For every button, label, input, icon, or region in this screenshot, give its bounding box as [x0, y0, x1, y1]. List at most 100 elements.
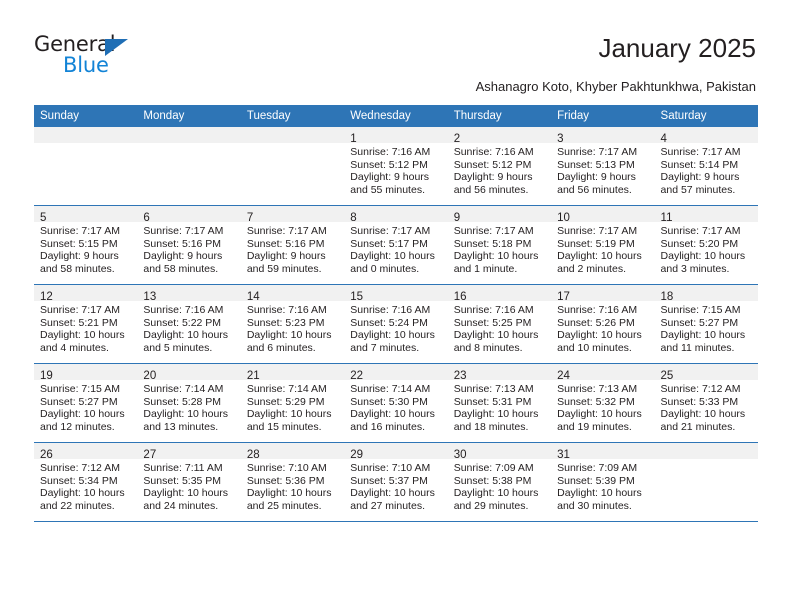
- calendar-cell-day[interactable]: 22 Sunrise: 7:14 AM Sunset: 5:30 PM Dayligh…: [344, 363, 448, 443]
- daylight-text-line1: Daylight: 10 hours: [246, 329, 332, 342]
- calendar-cell-day[interactable]: 19 Sunrise: 7:15 AM Sunset: 5:27 PM Dayligh…: [34, 363, 138, 443]
- daylight-text-line1: Daylight: 10 hours: [453, 250, 539, 263]
- calendar-cell-day[interactable]: 27 Sunrise: 7:11 AM Sunset: 5:35 PM Dayligh…: [137, 442, 241, 522]
- daylight-text-line1: Daylight: 10 hours: [40, 487, 125, 500]
- daylight-text-line2: and 25 minutes.: [246, 499, 322, 512]
- daylight-text-line2: and 56 minutes.: [557, 183, 632, 196]
- calendar-cell-day[interactable]: 18 Sunrise: 7:15 AM Sunset: 5:27 PM Dayligh…: [654, 284, 758, 364]
- day-number-band: 19: [34, 364, 138, 382]
- sunrise-text: Sunrise: 7:09 AM: [557, 462, 638, 474]
- page-header: General Blue January 2025 Ashanagro Koto…: [0, 0, 792, 100]
- calendar-cell-inner: 10 Sunrise: 7:17 AM Sunset: 5:19 PM Dayligh…: [551, 206, 655, 284]
- day-number-band: 23: [447, 364, 552, 382]
- calendar-cell-day[interactable]: 23 Sunrise: 7:13 AM Sunset: 5:31 PM Dayligh…: [447, 363, 552, 443]
- calendar-cell-day[interactable]: 2 Sunrise: 7:16 AM Sunset: 5:12 PM Daylight…: [447, 127, 552, 206]
- calendar-cell-inner: 28 Sunrise: 7:10 AM Sunset: 5:36 PM Dayligh…: [240, 443, 345, 521]
- daylight-text-line2: and 10 minutes.: [557, 341, 632, 354]
- day-number-band: 17: [551, 285, 655, 303]
- calendar-cell-inner: 8 Sunrise: 7:17 AM Sunset: 5:17 PM Daylight…: [344, 206, 448, 284]
- calendar-cell-day[interactable]: 10 Sunrise: 7:17 AM Sunset: 5:19 PM Dayligh…: [551, 205, 655, 285]
- day-details: Sunrise: 7:16 AM Sunset: 5:26 PM Daylight:…: [551, 301, 654, 354]
- calendar-cell-day[interactable]: 17 Sunrise: 7:16 AM Sunset: 5:26 PM Dayligh…: [551, 284, 655, 364]
- calendar-cell-day[interactable]: 26 Sunrise: 7:12 AM Sunset: 5:34 PM Dayligh…: [34, 442, 138, 522]
- calendar-cell-day[interactable]: 9 Sunrise: 7:17 AM Sunset: 5:18 PM Daylight…: [447, 205, 552, 285]
- calendar-cell-day[interactable]: 12 Sunrise: 7:17 AM Sunset: 5:21 PM Dayligh…: [34, 284, 138, 364]
- sunrise-text: Sunrise: 7:15 AM: [660, 304, 741, 316]
- calendar-cell-day[interactable]: 6 Sunrise: 7:17 AM Sunset: 5:16 PM Daylight…: [137, 205, 241, 285]
- calendar-week-row: 19 Sunrise: 7:15 AM Sunset: 5:27 PM Dayligh…: [34, 363, 758, 443]
- calendar-cell-inner: 21 Sunrise: 7:14 AM Sunset: 5:29 PM Dayligh…: [240, 364, 345, 442]
- daylight-text-line2: and 27 minutes.: [350, 499, 425, 512]
- day-number-band: [654, 443, 758, 459]
- calendar-cell-day[interactable]: 5 Sunrise: 7:17 AM Sunset: 5:15 PM Daylight…: [34, 205, 138, 285]
- calendar-cell-day[interactable]: 29 Sunrise: 7:10 AM Sunset: 5:37 PM Dayligh…: [344, 442, 448, 522]
- day-number: 11: [660, 212, 673, 224]
- day-details: Sunrise: 7:17 AM Sunset: 5:20 PM Daylight:…: [655, 222, 758, 275]
- calendar-cell-day[interactable]: 21 Sunrise: 7:14 AM Sunset: 5:29 PM Dayligh…: [240, 363, 345, 443]
- sunset-text: Sunset: 5:12 PM: [350, 158, 428, 171]
- calendar-cell-day[interactable]: 28 Sunrise: 7:10 AM Sunset: 5:36 PM Dayligh…: [240, 442, 345, 522]
- day-number-band: 21: [240, 364, 345, 382]
- day-number: 28: [246, 449, 260, 461]
- daylight-text-line1: Daylight: 10 hours: [350, 250, 435, 263]
- day-number: 18: [660, 291, 674, 303]
- calendar-cell-day[interactable]: 3 Sunrise: 7:17 AM Sunset: 5:13 PM Daylight…: [551, 127, 655, 206]
- day-details: Sunrise: 7:13 AM Sunset: 5:32 PM Daylight:…: [551, 380, 654, 433]
- calendar-cell-day[interactable]: 20 Sunrise: 7:14 AM Sunset: 5:28 PM Dayligh…: [137, 363, 241, 443]
- day-number-band: 25: [654, 364, 758, 382]
- day-number-band: 7: [240, 206, 345, 224]
- calendar-week-row: 26 Sunrise: 7:12 AM Sunset: 5:34 PM Dayligh…: [34, 442, 758, 522]
- calendar-cell-day[interactable]: 30 Sunrise: 7:09 AM Sunset: 5:38 PM Dayligh…: [447, 442, 552, 522]
- day-number: 26: [40, 449, 53, 461]
- calendar-cell-inner: 12 Sunrise: 7:17 AM Sunset: 5:21 PM Dayligh…: [34, 285, 138, 363]
- calendar-cell-day[interactable]: 14 Sunrise: 7:16 AM Sunset: 5:23 PM Dayligh…: [240, 284, 345, 364]
- sunrise-text: Sunrise: 7:17 AM: [40, 225, 120, 237]
- day-number: 13: [143, 291, 157, 303]
- day-number-band: 26: [34, 443, 138, 461]
- sunset-text: Sunset: 5:23 PM: [246, 316, 325, 329]
- sunrise-text: Sunrise: 7:17 AM: [143, 225, 224, 237]
- sunset-text: Sunset: 5:27 PM: [660, 316, 739, 329]
- daylight-text-line2: and 58 minutes.: [40, 262, 115, 275]
- sunrise-text: Sunrise: 7:13 AM: [453, 383, 534, 395]
- calendar-cell-empty: [240, 127, 345, 206]
- page-title: January 2025: [598, 33, 756, 63]
- daylight-text-line2: and 11 minutes.: [660, 341, 735, 354]
- calendar-cell-day[interactable]: 1 Sunrise: 7:16 AM Sunset: 5:12 PM Daylight…: [344, 127, 448, 206]
- day-number-band: 28: [240, 443, 345, 461]
- daylight-text-line1: Daylight: 10 hours: [453, 408, 539, 421]
- sunset-text: Sunset: 5:24 PM: [350, 316, 428, 329]
- sunrise-text: Sunrise: 7:12 AM: [660, 383, 741, 395]
- calendar-cell-day[interactable]: 24 Sunrise: 7:13 AM Sunset: 5:32 PM Dayligh…: [551, 363, 655, 443]
- day-number-band: 6: [137, 206, 241, 224]
- daylight-text-line1: Daylight: 10 hours: [246, 408, 332, 421]
- weekday-header-monday: Monday: [137, 105, 241, 127]
- calendar-cell-day[interactable]: 25 Sunrise: 7:12 AM Sunset: 5:33 PM Dayligh…: [654, 363, 758, 443]
- calendar-cell-day[interactable]: 31 Sunrise: 7:09 AM Sunset: 5:39 PM Dayligh…: [551, 442, 655, 522]
- day-number: 24: [557, 370, 570, 382]
- daylight-text-line2: and 7 minutes.: [350, 341, 420, 354]
- calendar-cell-day[interactable]: 16 Sunrise: 7:16 AM Sunset: 5:25 PM Dayligh…: [447, 284, 552, 364]
- calendar-cell-day[interactable]: 8 Sunrise: 7:17 AM Sunset: 5:17 PM Daylight…: [344, 205, 448, 285]
- day-number: 3: [557, 133, 564, 145]
- daylight-text-line1: Daylight: 10 hours: [453, 329, 539, 342]
- daylight-text-line2: and 2 minutes.: [557, 262, 626, 275]
- day-number: 9: [453, 212, 461, 224]
- day-number-band: 30: [447, 443, 552, 461]
- sunset-text: Sunset: 5:37 PM: [350, 474, 428, 487]
- calendar-cell-day[interactable]: 11 Sunrise: 7:17 AM Sunset: 5:20 PM Dayligh…: [654, 205, 758, 285]
- calendar-cell-day[interactable]: 15 Sunrise: 7:16 AM Sunset: 5:24 PM Dayligh…: [344, 284, 448, 364]
- calendar-cell-inner: 1 Sunrise: 7:16 AM Sunset: 5:12 PM Daylight…: [344, 127, 448, 205]
- day-details: Sunrise: 7:12 AM Sunset: 5:34 PM Daylight:…: [34, 459, 137, 512]
- weekday-header-sunday: Sunday: [34, 105, 138, 127]
- sunset-text: Sunset: 5:26 PM: [557, 316, 635, 329]
- calendar-cell-day[interactable]: 4 Sunrise: 7:17 AM Sunset: 5:14 PM Daylight…: [654, 127, 758, 206]
- calendar-week-row: 5 Sunrise: 7:17 AM Sunset: 5:15 PM Daylight…: [34, 205, 758, 285]
- calendar-cell-day[interactable]: 13 Sunrise: 7:16 AM Sunset: 5:22 PM Dayligh…: [137, 284, 241, 364]
- sunset-text: Sunset: 5:18 PM: [453, 237, 532, 250]
- calendar-cell-inner: 16 Sunrise: 7:16 AM Sunset: 5:25 PM Dayligh…: [447, 285, 552, 363]
- daylight-text-line2: and 12 minutes.: [40, 420, 115, 433]
- calendar-cell-day[interactable]: 7 Sunrise: 7:17 AM Sunset: 5:16 PM Daylight…: [240, 205, 345, 285]
- calendar-cell-inner: 15 Sunrise: 7:16 AM Sunset: 5:24 PM Dayligh…: [344, 285, 448, 363]
- daylight-text-line2: and 30 minutes.: [557, 499, 632, 512]
